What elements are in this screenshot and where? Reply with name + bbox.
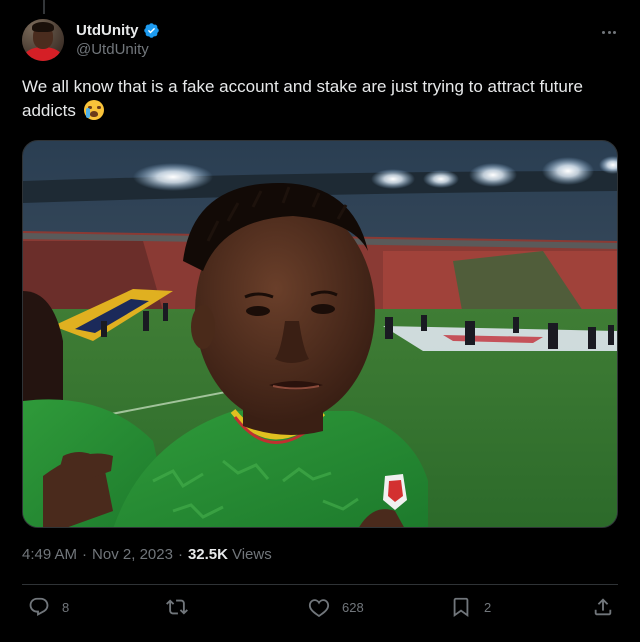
author-names: UtdUnity @UtdUnity xyxy=(76,22,160,58)
more-options-icon[interactable] xyxy=(598,22,620,42)
verified-badge-icon[interactable] xyxy=(143,22,160,39)
tweet-header: UtdUnity @UtdUnity xyxy=(22,18,620,62)
share-icon xyxy=(594,598,612,616)
retweet-button[interactable] xyxy=(166,596,200,618)
tweet-time[interactable]: 4:49 AM xyxy=(22,546,77,563)
like-count: 628 xyxy=(342,599,364,615)
meta-separator: · xyxy=(177,546,183,563)
author-display-name[interactable]: UtdUnity xyxy=(76,22,139,39)
like-button[interactable]: 628 xyxy=(308,596,364,618)
tweet-body: We all know that is a fake account and s… xyxy=(22,75,612,123)
heart-icon xyxy=(308,599,330,618)
meta-separator: · xyxy=(82,546,88,563)
reply-count: 8 xyxy=(62,599,70,615)
views-count: 32.5K xyxy=(187,546,228,563)
tweet-date[interactable]: Nov 2, 2023 xyxy=(92,546,173,563)
thread-connector-line xyxy=(43,0,45,14)
avatar[interactable] xyxy=(22,19,64,61)
views-label: Views xyxy=(231,546,272,563)
crying-face-emoji-icon xyxy=(83,100,104,120)
tweet-meta: 4:49 AM · Nov 2, 2023 · 32.5K Views xyxy=(22,546,272,563)
author-handle[interactable]: @UtdUnity xyxy=(76,41,160,58)
photo-football-player-icon xyxy=(23,141,617,527)
reply-button[interactable]: 8 xyxy=(28,596,69,618)
tweet-media-photo[interactable] xyxy=(22,140,618,528)
share-button[interactable] xyxy=(592,596,614,618)
tweet-actions-bar: 8 628 2 xyxy=(22,596,618,620)
reply-icon xyxy=(29,597,49,616)
divider xyxy=(22,584,618,585)
retweet-icon xyxy=(166,599,188,615)
bookmark-count: 2 xyxy=(484,599,492,615)
bookmark-button[interactable]: 2 xyxy=(450,596,491,618)
bookmark-icon xyxy=(453,597,469,618)
tweet-text: We all know that is a fake account and s… xyxy=(22,77,583,120)
